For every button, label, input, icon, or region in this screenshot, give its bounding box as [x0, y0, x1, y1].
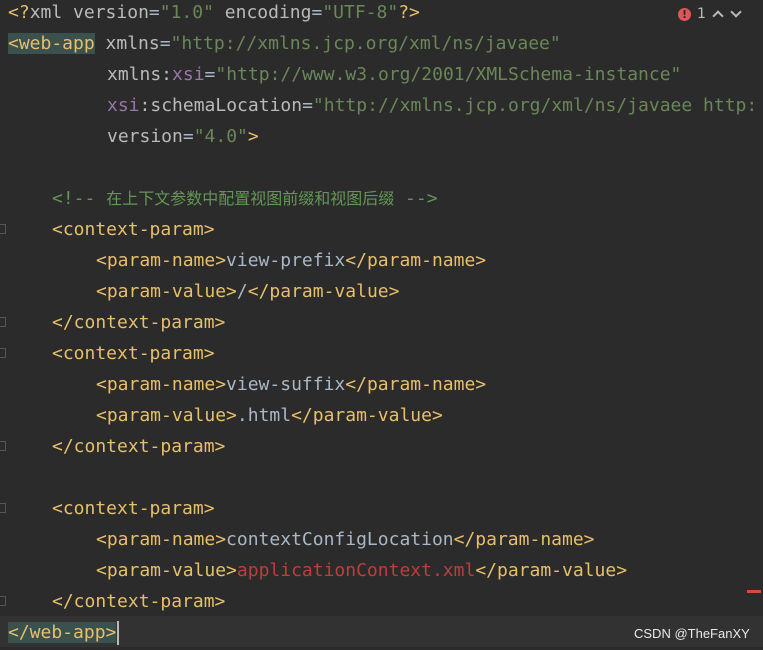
error-count[interactable]: 1	[697, 6, 706, 22]
error-stripe-marker[interactable]	[747, 590, 761, 593]
code-line-context-param-open: <context-param>	[52, 498, 215, 519]
code-line-xmlns-xsi: xmlns:xsi="http://www.w3.org/2001/XMLSch…	[107, 64, 682, 85]
code-line-param-name: <param-name>contextConfigLocation</param…	[96, 529, 595, 550]
code-line-web-app-close: </web-app>	[8, 617, 120, 648]
code-line-param-name: <param-name>view-prefix</param-name>	[96, 250, 487, 271]
fold-marker-icon[interactable]	[0, 503, 6, 513]
code-line-comment: <!-- 在上下文参数中配置视图前缀和视图后缀 -->	[52, 188, 438, 209]
fold-marker-icon[interactable]	[0, 317, 6, 327]
code-editor[interactable]: <?xml version="1.0" encoding="UTF-8"?> <…	[0, 0, 763, 650]
code-line-context-param-close: </context-param>	[52, 312, 226, 333]
matched-tag: </web-app>	[8, 622, 117, 643]
code-line-context-param-open: <context-param>	[52, 343, 215, 364]
inspection-widget[interactable]: ! 1	[678, 4, 742, 24]
code-line-version: version="4.0">	[107, 126, 259, 147]
chevron-down-icon[interactable]	[730, 8, 742, 20]
code-line-web-app-open: <web-app xmlns="http://xmlns.jcp.org/xml…	[8, 33, 561, 54]
error-icon[interactable]: !	[678, 7, 691, 21]
code-line-param-name: <param-name>view-suffix</param-name>	[96, 374, 487, 395]
code-line-context-param-close: </context-param>	[52, 436, 226, 457]
fold-marker-icon[interactable]	[0, 441, 6, 451]
code-line-param-value: <param-value>.html</param-value>	[96, 405, 443, 426]
fold-marker-icon[interactable]	[0, 224, 6, 234]
fold-marker-icon[interactable]	[0, 348, 6, 358]
watermark: CSDN @TheFanXY	[634, 626, 750, 641]
code-line-param-value: <param-value>applicationContext.xml</par…	[96, 560, 628, 581]
code-line-param-value: <param-value>/</param-value>	[96, 281, 400, 302]
unresolved-file-reference: applicationContext.xml	[236, 560, 476, 581]
code-line-xml-declaration: <?xml version="1.0" encoding="UTF-8"?>	[8, 2, 420, 23]
chevron-up-icon[interactable]	[712, 8, 724, 20]
matched-tag: <web-app	[8, 33, 95, 54]
code-line-schema-location: xsi:schemaLocation="http://xmlns.jcp.org…	[107, 95, 758, 116]
fold-marker-icon[interactable]	[0, 596, 6, 606]
text-caret	[117, 621, 120, 645]
code-line-context-param-close: </context-param>	[52, 591, 226, 612]
code-line-context-param-open: <context-param>	[52, 219, 215, 240]
